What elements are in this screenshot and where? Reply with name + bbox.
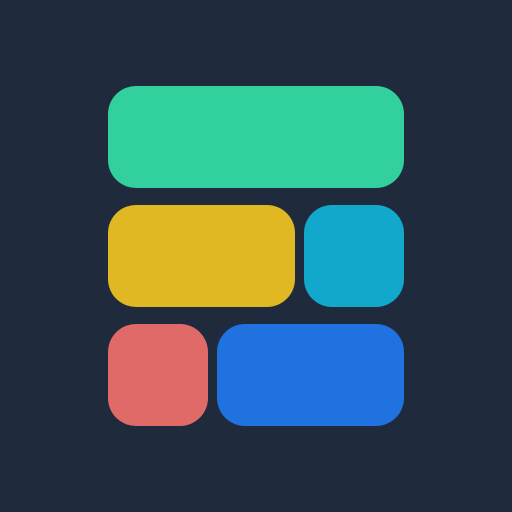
middle-right-tile [304, 205, 404, 307]
top-wide-tile [108, 86, 404, 188]
bottom-right-tile [217, 324, 404, 426]
layout-grid-icon [0, 0, 512, 512]
middle-left-tile [108, 205, 295, 307]
bottom-left-tile [108, 324, 208, 426]
